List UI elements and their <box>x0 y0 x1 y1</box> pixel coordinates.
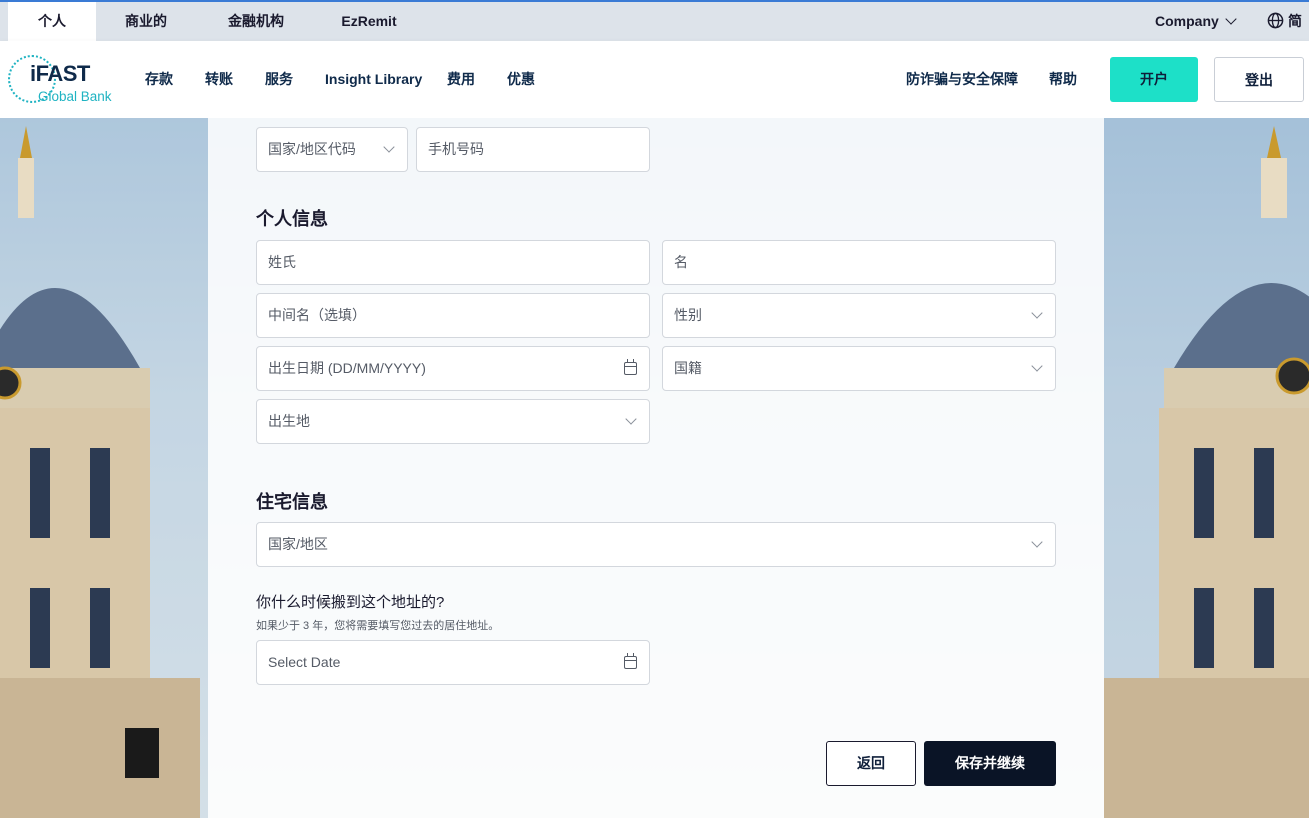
date-of-birth-input[interactable]: 出生日期 (DD/MM/YYYY) <box>256 346 650 391</box>
calendar-icon[interactable] <box>624 359 637 375</box>
segment-personal[interactable]: 个人 <box>8 2 96 41</box>
phone-number-placeholder: 手机号码 <box>428 141 484 157</box>
main-header: iFAST Global Bank 存款 转账 服务 Insight Libra… <box>0 41 1309 118</box>
form-card <box>208 118 1104 818</box>
surname-placeholder: 姓氏 <box>268 254 296 270</box>
chevron-down-icon <box>383 141 395 153</box>
country-code-placeholder: 国家/地区代码 <box>268 141 356 157</box>
dob-placeholder: 出生日期 (DD/MM/YYYY) <box>268 360 426 376</box>
chevron-down-icon <box>1031 360 1043 372</box>
ifast-logo[interactable]: iFAST Global Bank <box>8 53 123 109</box>
move-in-hint: 如果少于 3 年，您将需要填写您过去的居住地址。 <box>256 620 500 632</box>
country-code-select[interactable]: 国家/地区代码 <box>256 127 408 172</box>
chevron-down-icon <box>625 413 637 425</box>
nav-help[interactable]: 帮助 <box>1049 41 1077 118</box>
nav-deposits[interactable]: 存款 <box>145 41 173 118</box>
logo-text-ifast: iFAST <box>30 61 90 86</box>
section-title-residential-info: 住宅信息 <box>256 492 328 512</box>
language-label: 简 <box>1288 13 1302 29</box>
nav-fees[interactable]: 费用 <box>447 41 475 118</box>
move-in-date-placeholder: Select Date <box>268 654 341 670</box>
gender-placeholder: 性别 <box>674 307 702 323</box>
move-in-date-input[interactable]: Select Date <box>256 640 650 685</box>
middle-name-input[interactable]: 中间名（选填） <box>256 293 650 338</box>
surname-input[interactable]: 姓氏 <box>256 240 650 285</box>
company-label: Company <box>1155 13 1219 29</box>
globe-icon <box>1267 12 1284 29</box>
nav-transfer[interactable]: 转账 <box>205 41 233 118</box>
section-title-personal-info: 个人信息 <box>256 209 328 229</box>
gender-select[interactable]: 性别 <box>662 293 1056 338</box>
calendar-icon[interactable] <box>624 653 637 669</box>
segment-financial-institutions[interactable]: 金融机构 <box>196 2 316 41</box>
nationality-placeholder: 国籍 <box>674 360 702 376</box>
chevron-down-icon <box>1031 307 1043 319</box>
residence-country-select[interactable]: 国家/地区 <box>256 522 1056 567</box>
move-in-question: 你什么时候搬到这个地址的? <box>256 594 445 611</box>
language-switcher[interactable]: 简 <box>1267 2 1302 41</box>
chevron-down-icon <box>1031 536 1043 548</box>
nav-offers[interactable]: 优惠 <box>507 41 535 118</box>
top-segment-bar: 个人 商业的 金融机构 EzRemit Company 简 <box>0 0 1309 41</box>
save-and-continue-button[interactable]: 保存并继续 <box>924 741 1056 786</box>
logo-text-global-bank: Global Bank <box>38 89 112 104</box>
company-dropdown[interactable]: Company <box>1155 2 1237 41</box>
middle-name-placeholder: 中间名（选填） <box>268 307 366 323</box>
segment-ezremit[interactable]: EzRemit <box>316 2 422 41</box>
chevron-down-icon <box>1225 13 1237 25</box>
logout-button[interactable]: 登出 <box>1214 57 1304 102</box>
birthplace-placeholder: 出生地 <box>268 413 310 429</box>
residence-country-placeholder: 国家/地区 <box>268 536 328 552</box>
right-tower-illustration <box>1104 118 1309 818</box>
given-name-placeholder: 名 <box>674 254 688 270</box>
segment-business[interactable]: 商业的 <box>96 2 196 41</box>
left-tower-illustration <box>0 118 210 818</box>
nationality-select[interactable]: 国籍 <box>662 346 1056 391</box>
nav-services[interactable]: 服务 <box>265 41 293 118</box>
birthplace-select[interactable]: 出生地 <box>256 399 650 444</box>
open-account-button[interactable]: 开户 <box>1110 57 1198 102</box>
nav-insight-library[interactable]: Insight Library <box>325 41 422 118</box>
nav-anti-fraud[interactable]: 防诈骗与安全保障 <box>906 41 1018 118</box>
back-button[interactable]: 返回 <box>826 741 916 786</box>
phone-number-input[interactable]: 手机号码 <box>416 127 650 172</box>
given-name-input[interactable]: 名 <box>662 240 1056 285</box>
